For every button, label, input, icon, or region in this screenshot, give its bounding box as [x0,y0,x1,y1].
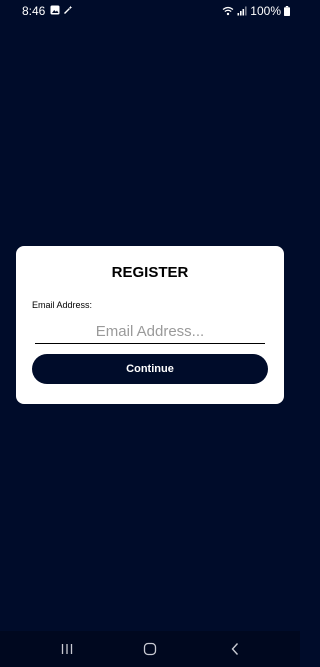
navigation-bar [0,631,300,667]
system-indicators: 100% [222,4,290,18]
email-label: Email Address: [32,300,93,310]
wand-icon [63,5,73,15]
register-title: REGISTER [111,264,189,281]
notification-icons [50,5,73,15]
battery-icon [284,6,290,16]
recent-apps-icon[interactable] [57,639,77,659]
back-icon[interactable] [225,639,245,659]
app-screen: 8:46 100% REGISTER Email Address: Email … [0,0,300,667]
image-icon [50,5,60,15]
battery-percent: 100% [250,4,281,18]
email-field[interactable] [35,320,265,344]
home-icon[interactable] [140,639,160,659]
continue-button[interactable]: Continue [32,354,268,384]
wifi-icon [222,6,234,16]
status-bar: 8:46 100% [0,0,300,22]
status-time: 8:46 [22,4,46,18]
signal-icon [237,6,247,16]
